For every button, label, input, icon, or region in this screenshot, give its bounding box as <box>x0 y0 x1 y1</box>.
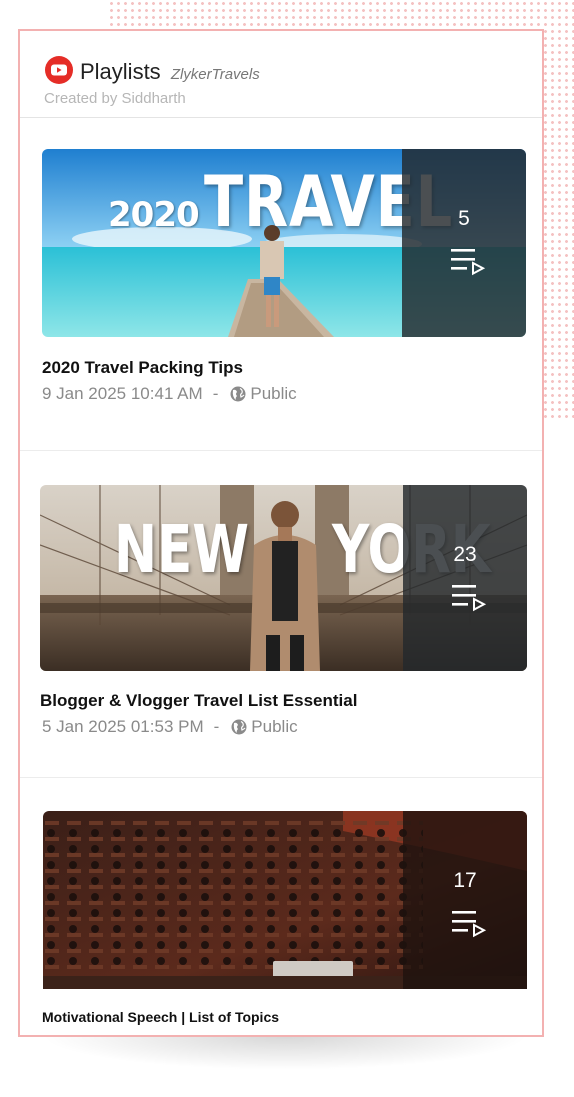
playlist-item[interactable]: 2020 TRAVEL 5 2020 Travel Packing Tips 9… <box>20 117 542 451</box>
youtube-icon <box>45 56 73 84</box>
playlist-title[interactable]: Blogger & Vlogger Travel List Essential <box>40 691 357 711</box>
playlist-card: Playlists ZlykerTravels Created by Siddh… <box>18 29 544 1037</box>
playlist-item[interactable]: NEW YORK 23 Blogger & Vlogger Travel Lis… <box>20 451 542 778</box>
visibility-label: Public <box>250 384 297 403</box>
playlist-icon <box>452 585 487 612</box>
playlist-meta: 9 Jan 2025 10:41 AM - Public <box>42 384 297 404</box>
page-title: Playlists <box>80 59 161 84</box>
playlist-header: Playlists ZlykerTravels Created by Siddh… <box>20 31 542 118</box>
caption-year: 2020 <box>108 195 200 235</box>
caption-left: NEW <box>114 511 250 588</box>
playlist-date: 5 Jan 2025 01:53 PM <box>42 717 204 736</box>
playlist-icon <box>451 249 486 276</box>
playlist-title[interactable]: 2020 Travel Packing Tips <box>42 358 243 378</box>
globe-icon <box>231 719 247 735</box>
playlist-thumbnail[interactable]: NEW YORK 23 <box>40 485 527 671</box>
channel-name[interactable]: ZlykerTravels <box>171 66 260 83</box>
playlist-date: 9 Jan 2025 10:41 AM <box>42 384 203 403</box>
meta-separator: - <box>212 384 219 403</box>
playlist-icon <box>452 911 487 938</box>
playlist-count-overlay: 23 <box>403 485 527 671</box>
playlist-meta: 5 Jan 2025 01:53 PM - Public <box>42 717 298 737</box>
video-count: 23 <box>453 543 477 566</box>
playlist-title[interactable]: Motivational Speech | List of Topics <box>42 1009 279 1025</box>
visibility-label: Public <box>251 717 298 736</box>
playlist-thumbnail[interactable]: 17 <box>43 811 527 989</box>
playlist-count-overlay: 17 <box>403 811 527 989</box>
created-by-label: Created by Siddharth <box>44 90 186 107</box>
video-count: 5 <box>458 207 470 230</box>
video-count: 17 <box>453 869 477 892</box>
meta-separator: - <box>213 717 220 736</box>
header-title-line: Playlists ZlykerTravels <box>80 59 260 85</box>
globe-icon <box>230 386 246 402</box>
playlist-count-overlay: 5 <box>402 149 526 337</box>
playlist-thumbnail[interactable]: 2020 TRAVEL 5 <box>42 149 526 337</box>
playlist-item[interactable]: 17 Motivational Speech | List of Topics <box>20 778 542 1035</box>
